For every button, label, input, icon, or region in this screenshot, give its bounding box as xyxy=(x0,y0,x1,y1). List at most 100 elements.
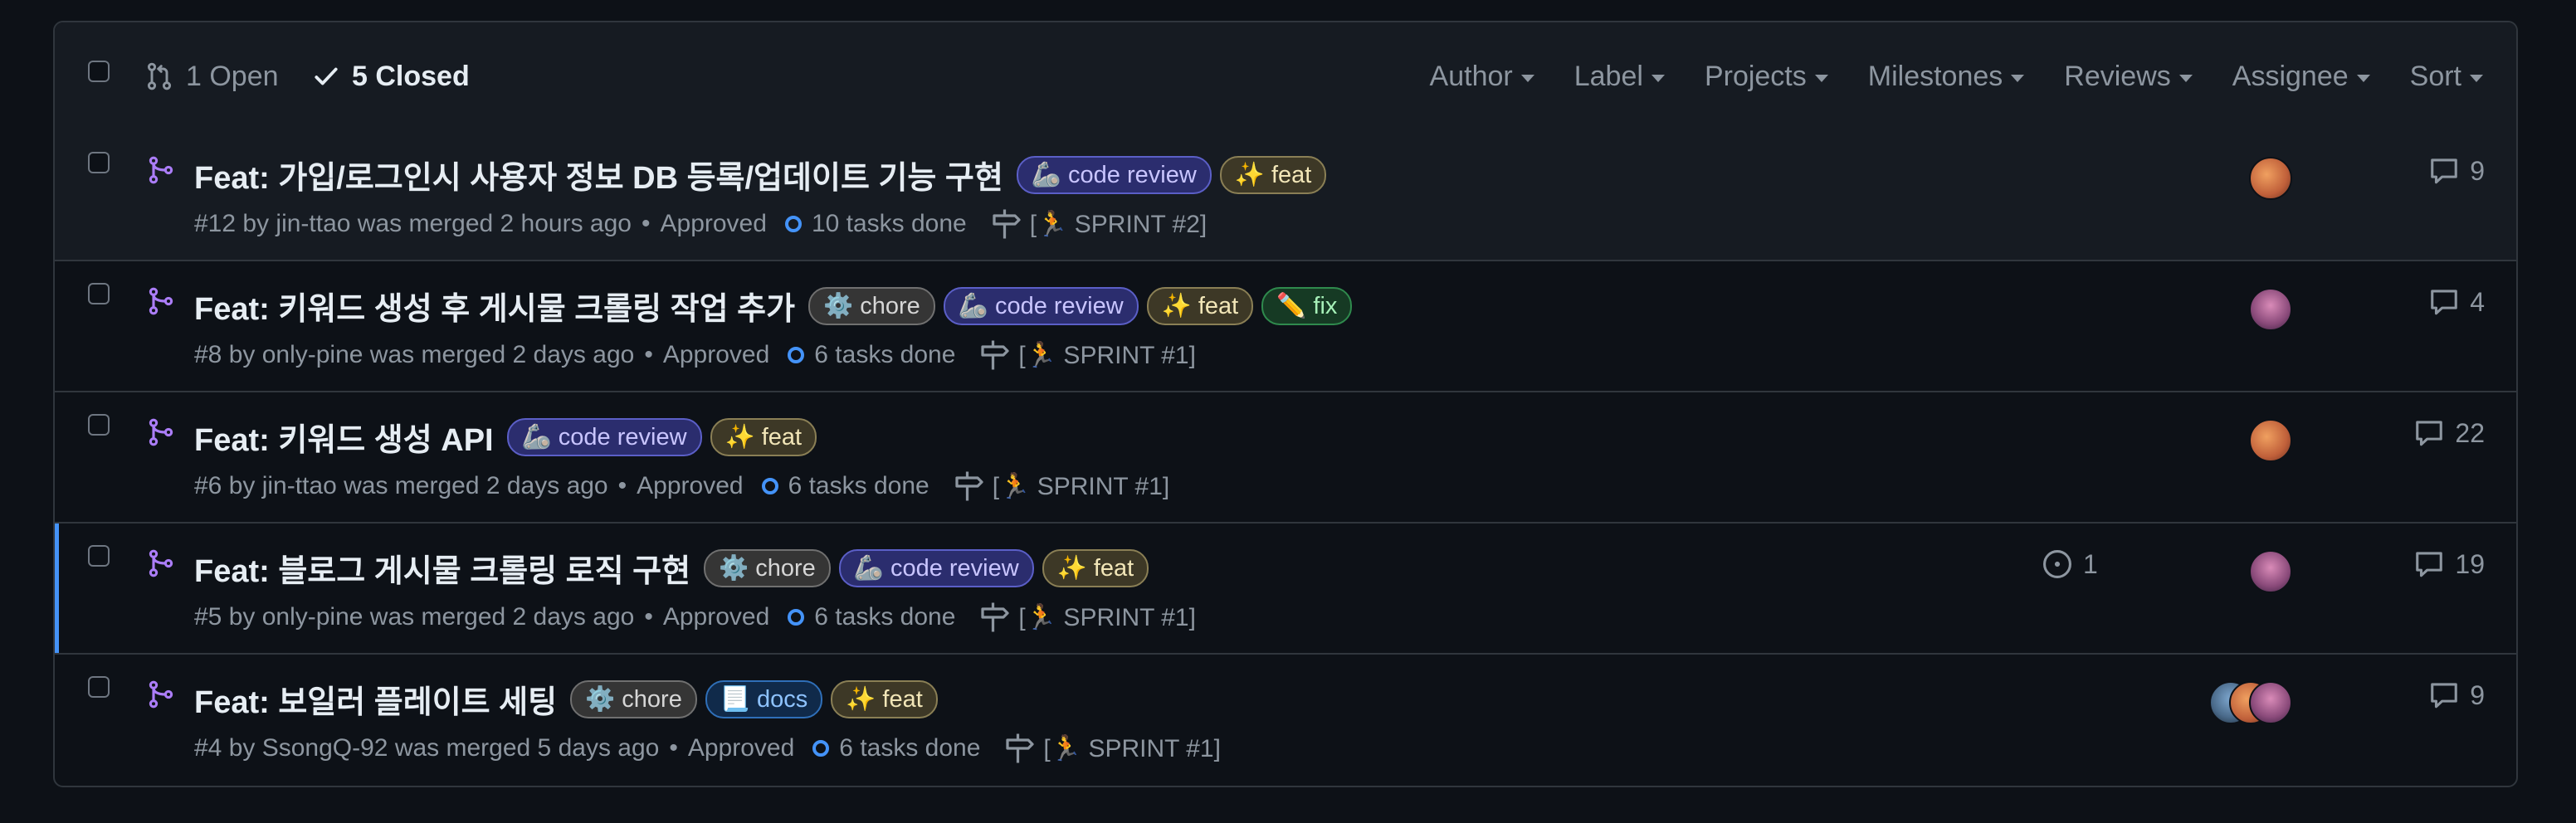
milestone-link[interactable]: [🏃 SPRINT #1] xyxy=(1003,732,1221,765)
issue-opened-icon xyxy=(2043,550,2071,578)
task-progress-icon xyxy=(812,740,830,757)
milestone-link[interactable]: [🏃 SPRINT #1] xyxy=(978,338,1196,372)
pr-row[interactable]: Feat: 블로그 게시물 크롤링 로직 구현 ⚙️ chore 🦾 code r… xyxy=(55,524,2516,655)
assignee-avatar[interactable] xyxy=(2249,288,2292,331)
git-merge-icon xyxy=(149,418,173,446)
filter-milestones[interactable]: Milestones xyxy=(1868,61,2025,93)
comments-link[interactable]: 4 xyxy=(2428,286,2485,318)
label-code-review[interactable]: 🦾 code review xyxy=(506,417,702,456)
milestone-link[interactable]: [🏃 SPRINT #2] xyxy=(990,207,1208,241)
pr-title-line: Feat: 보일러 플레이트 세팅 ⚙️ chore 📃 docs ✨ feat xyxy=(194,676,938,722)
task-progress-icon xyxy=(788,347,805,363)
pr-title[interactable]: Feat: 블로그 게시물 크롤링 로직 구현 xyxy=(194,545,690,591)
milestone-name: [🏃 SPRINT #1] xyxy=(1043,734,1221,762)
row-checkbox[interactable] xyxy=(88,545,110,567)
label-feat[interactable]: ✨ feat xyxy=(710,417,817,456)
assignee-avatar[interactable] xyxy=(2249,157,2292,200)
comment-count: 9 xyxy=(2470,155,2485,186)
pr-meta-text: #4 by SsongQ-92 was merged 5 days ago xyxy=(194,734,660,762)
label-docs[interactable]: 📃 docs xyxy=(705,679,823,718)
filter-label: Reviews xyxy=(2064,60,2171,92)
pr-row[interactable]: Feat: 보일러 플레이트 세팅 ⚙️ chore 📃 docs ✨ feat #… xyxy=(55,655,2516,786)
pr-title-line: Feat: 키워드 생성 API 🦾 code review ✨ feat xyxy=(194,414,817,460)
filter-label: Milestones xyxy=(1867,60,2003,92)
label-chore[interactable]: ⚙️ chore xyxy=(570,679,697,718)
pr-meta: #5 by only-pine was merged 2 days ago • … xyxy=(194,601,1196,634)
label-feat[interactable]: ✨ feat xyxy=(1219,155,1327,194)
open-count: 1 Open xyxy=(186,60,279,92)
milestone-link[interactable]: [🏃 SPRINT #1] xyxy=(953,470,1170,503)
milestone-name: [🏃 SPRINT #1] xyxy=(1018,603,1196,631)
filter-label: Author xyxy=(1429,60,1513,92)
assignee-avatar[interactable] xyxy=(2249,550,2292,593)
filter-label: Assignee xyxy=(2232,60,2349,92)
pr-title[interactable]: Feat: 키워드 생성 후 게시물 크롤링 작업 추가 xyxy=(194,283,795,329)
task-progress-icon xyxy=(761,478,778,494)
comment-count: 4 xyxy=(2470,286,2485,317)
pr-title[interactable]: Feat: 가입/로그인시 사용자 정보 DB 등록/업데이트 기능 구현 xyxy=(194,152,1003,197)
label-feat[interactable]: ✨ feat xyxy=(1146,286,1254,325)
tasks-text: 10 tasks done xyxy=(811,210,967,237)
label-feat[interactable]: ✨ feat xyxy=(831,679,938,718)
label-chore[interactable]: ⚙️ chore xyxy=(808,286,935,325)
pr-row[interactable]: Feat: 키워드 생성 API 🦾 code review ✨ feat #6 … xyxy=(55,392,2516,524)
label-code-review[interactable]: 🦾 code review xyxy=(943,286,1139,325)
milestone-name: [🏃 SPRINT #1] xyxy=(992,472,1170,500)
linked-issues[interactable]: 1 xyxy=(2042,548,2098,580)
label-fix[interactable]: ✏️ fix xyxy=(1261,286,1353,325)
row-checkbox[interactable] xyxy=(88,676,110,698)
task-progress: 10 tasks done xyxy=(784,210,967,238)
assignee-avatar[interactable] xyxy=(2249,419,2292,462)
pr-meta-text: #5 by only-pine was merged 2 days ago xyxy=(194,603,635,631)
caret-down-icon xyxy=(2356,74,2370,82)
comment-icon xyxy=(2416,552,2443,577)
label-chore[interactable]: ⚙️ chore xyxy=(704,548,831,587)
separator-dot: • xyxy=(644,603,653,631)
review-status[interactable]: Approved xyxy=(663,341,769,369)
review-status[interactable]: Approved xyxy=(663,603,769,631)
git-merge-icon xyxy=(149,680,173,709)
milestone-icon xyxy=(981,602,1010,632)
milestone-name: [🏃 SPRINT #2] xyxy=(1029,210,1208,238)
pr-row[interactable]: Feat: 키워드 생성 후 게시물 크롤링 작업 추가 ⚙️ chore 🦾 c… xyxy=(55,261,2516,392)
filter-sort[interactable]: Sort xyxy=(2410,61,2483,93)
pr-meta-text: #8 by only-pine was merged 2 days ago xyxy=(194,341,635,368)
open-filter[interactable]: 1 Open xyxy=(144,22,279,130)
separator-dot: • xyxy=(617,472,627,499)
closed-filter[interactable]: 5 Closed xyxy=(312,22,470,130)
pr-list: 1 Open 5 Closed Author Label Projects Mi… xyxy=(53,21,2518,787)
comment-icon xyxy=(2431,290,2457,315)
milestone-icon xyxy=(955,471,983,501)
row-checkbox[interactable] xyxy=(88,283,110,304)
pr-row[interactable]: Feat: 가입/로그인시 사용자 정보 DB 등록/업데이트 기능 구현 🦾 … xyxy=(55,130,2516,261)
label-code-review[interactable]: 🦾 code review xyxy=(1016,155,1212,194)
row-checkbox[interactable] xyxy=(88,152,110,173)
review-status[interactable]: Approved xyxy=(661,210,767,238)
review-status[interactable]: Approved xyxy=(637,472,743,500)
milestone-link[interactable]: [🏃 SPRINT #1] xyxy=(978,601,1196,634)
select-all-checkbox[interactable] xyxy=(88,61,110,82)
caret-down-icon xyxy=(2178,74,2193,82)
filter-assignee[interactable]: Assignee xyxy=(2232,61,2370,93)
pr-title-line: Feat: 키워드 생성 후 게시물 크롤링 작업 추가 ⚙️ chore 🦾 c… xyxy=(194,283,1353,329)
filter-author[interactable]: Author xyxy=(1430,61,1534,93)
label-code-review[interactable]: 🦾 code review xyxy=(838,548,1034,587)
filter-label[interactable]: Label xyxy=(1574,61,1665,93)
comments-link[interactable]: 22 xyxy=(2413,417,2485,449)
comments-link[interactable]: 9 xyxy=(2428,679,2485,711)
task-progress: 6 tasks done xyxy=(812,734,980,762)
task-progress: 6 tasks done xyxy=(788,341,955,369)
pr-meta: #6 by jin-ttao was merged 2 days ago • A… xyxy=(194,470,1169,503)
review-status[interactable]: Approved xyxy=(688,734,794,762)
label-feat[interactable]: ✨ feat xyxy=(1042,548,1149,587)
row-checkbox[interactable] xyxy=(88,414,110,436)
pr-title[interactable]: Feat: 키워드 생성 API xyxy=(194,414,494,460)
caret-down-icon xyxy=(2011,74,2025,82)
assignee-avatar[interactable] xyxy=(2249,681,2292,724)
pr-meta-text: #6 by jin-ttao was merged 2 days ago xyxy=(194,472,608,499)
filter-reviews[interactable]: Reviews xyxy=(2064,60,2193,93)
comments-link[interactable]: 9 xyxy=(2428,155,2485,187)
comments-link[interactable]: 19 xyxy=(2413,548,2485,580)
filter-projects[interactable]: Projects xyxy=(1705,61,1828,93)
pr-title[interactable]: Feat: 보일러 플레이트 세팅 xyxy=(194,676,557,722)
